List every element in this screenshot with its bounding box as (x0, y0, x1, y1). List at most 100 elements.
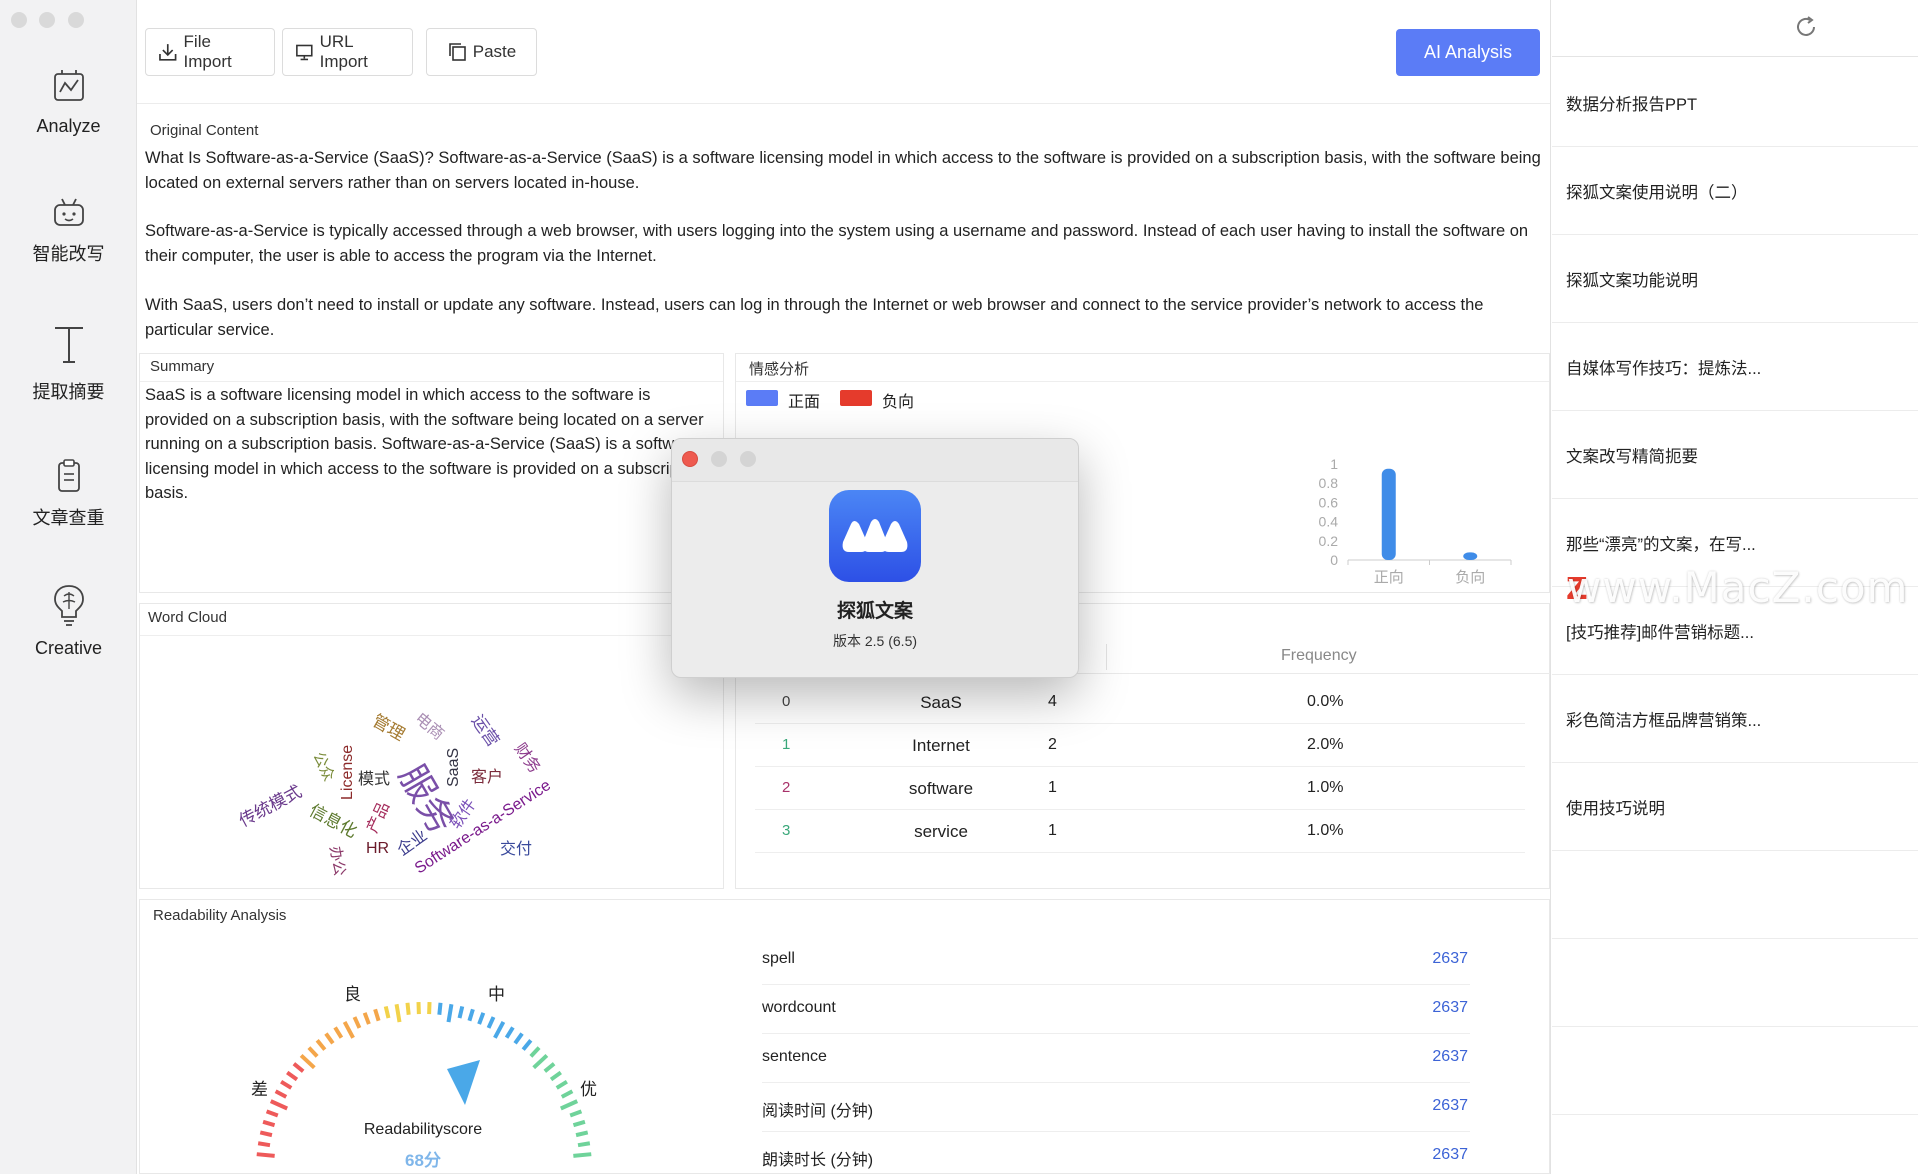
gauge-tick (342, 1020, 355, 1039)
app-window: Analyze 智能改写 提取摘要 文章查重 Creative File Imp… (0, 0, 1920, 1174)
gauge-tick (477, 1012, 486, 1025)
paste-label: Paste (472, 42, 517, 61)
gauge-tick (259, 1130, 273, 1138)
refresh-icon[interactable] (1793, 14, 1819, 40)
text-icon (54, 327, 83, 363)
sidebar-item-duplicate-check[interactable]: 文章查重 (0, 458, 137, 530)
row-index: 1 (782, 736, 791, 753)
table-row[interactable]: 1 Internet 2 2.0% (755, 724, 1525, 767)
row-word: Internet (912, 736, 970, 755)
gauge-tick (315, 1039, 327, 1051)
y-tick-label: 1 (1330, 456, 1338, 472)
history-item[interactable]: 数据分析报告PPT (1552, 59, 1918, 147)
file-import-button[interactable]: File Import (145, 28, 275, 76)
table-row[interactable]: 2 software 1 1.0% (755, 767, 1525, 810)
gauge-tick (269, 1099, 289, 1111)
history-item[interactable]: 彩色简洁方框品牌营销策... (1552, 675, 1918, 763)
ai-analysis-button[interactable]: AI Analysis (1396, 29, 1540, 76)
gauge-label-poor: 差 (251, 1080, 268, 1099)
gauge-tick (262, 1119, 276, 1128)
gauge-tick (513, 1032, 524, 1045)
sidebar-item-analyze[interactable]: Analyze (0, 66, 137, 137)
dialog-zoom-button[interactable] (740, 451, 756, 467)
history-item[interactable]: 探狐文案功能说明 (1552, 235, 1918, 323)
row-percent: 1.0% (1307, 822, 1344, 839)
gauge-label-medium: 中 (488, 985, 505, 1004)
gauge-tick (486, 1016, 496, 1029)
url-import-button[interactable]: URL Import (282, 28, 413, 76)
gauge-tick (274, 1089, 288, 1099)
dialog-minimize-button[interactable] (711, 451, 727, 467)
gauge-tick (569, 1109, 583, 1118)
row-count: 2 (1048, 736, 1057, 753)
analyze-icon (53, 70, 84, 101)
dialog-close-button[interactable] (682, 451, 698, 467)
word-cloud-word: 交付 (500, 840, 532, 858)
gauge-tick (560, 1089, 574, 1099)
original-content-panel: Original Content What Is Software-as-a-S… (139, 117, 1549, 341)
word-cloud-word: 模式 (358, 770, 390, 788)
gauge-tick (324, 1032, 335, 1045)
word-cloud-word: 办公 (326, 845, 348, 878)
gauge-tick (572, 1119, 586, 1128)
sentiment-bar[interactable] (1463, 552, 1478, 560)
row-percent: 0.0% (1307, 693, 1344, 710)
window-minimize-button[interactable] (39, 12, 55, 28)
watermark-text: www.MacZ.com (1567, 563, 1909, 612)
y-tick-label: 0.6 (1319, 494, 1339, 510)
original-paragraph-3: With SaaS, users don’t need to install o… (145, 296, 1484, 339)
history-item[interactable]: 自媒体写作技巧：提炼法... (1552, 323, 1918, 411)
readability-key: wordcount (762, 999, 836, 1016)
history-item[interactable]: 使用技巧说明 (1552, 763, 1918, 851)
app-logo-icon (829, 490, 921, 582)
summary-text: SaaS is a software licensing model in wh… (145, 386, 706, 502)
gauge-tick (521, 1039, 533, 1051)
file-import-label: File Import (183, 32, 232, 71)
window-zoom-button[interactable] (68, 12, 84, 28)
summary-title: Summary (150, 358, 215, 375)
history-empty-row (1552, 939, 1918, 1027)
readability-row: 阅读时间 (分钟) 2637 (762, 1083, 1470, 1132)
sidebar-item-summary[interactable]: 提取摘要 (0, 322, 137, 404)
gauge-tick (265, 1109, 279, 1118)
row-index: 3 (782, 822, 791, 839)
gauge-tick (577, 1141, 591, 1148)
history-item[interactable]: 文案改写精简扼要 (1552, 411, 1918, 499)
sidebar-item-creative[interactable]: Creative (0, 582, 137, 659)
word-cloud-word: 客户 (471, 768, 503, 786)
original-content-title: Original Content (150, 122, 259, 139)
toolbar: File Import URL Import Paste AI Analysis (137, 0, 1550, 104)
readability-value: 2637 (1432, 1048, 1468, 1065)
gauge-tick (532, 1053, 549, 1070)
table-row[interactable]: 3 service 1 1.0% (755, 810, 1525, 853)
gauge-tick (573, 1152, 592, 1158)
gauge-tick (559, 1099, 579, 1111)
row-percent: 1.0% (1307, 779, 1344, 796)
download-icon (159, 44, 177, 61)
gauge-tick (437, 1002, 443, 1015)
word-cloud-word: 信息化 (306, 801, 360, 842)
y-tick-label: 0.8 (1319, 475, 1339, 491)
row-word: SaaS (920, 693, 962, 712)
gauge-tick (555, 1079, 568, 1090)
gauge-tick (575, 1130, 589, 1138)
dialog-app-name: 探狐文案 (836, 601, 913, 622)
word-cloud-word: License (339, 745, 356, 800)
dialog-titlebar (672, 439, 1078, 482)
sentiment-bar[interactable] (1381, 468, 1396, 560)
sidebar-item-rewrite[interactable]: 智能改写 (0, 196, 137, 266)
history-item[interactable]: 探狐文案使用说明（二） (1552, 147, 1918, 235)
gauge-tick (373, 1008, 381, 1022)
sidebar-item-label: Analyze (36, 116, 101, 136)
paste-button[interactable]: Paste (426, 28, 537, 76)
dialog-version: 版本 2.5 (6.5) (832, 633, 918, 649)
readability-row: wordcount 2637 (762, 985, 1470, 1034)
row-count: 1 (1048, 822, 1057, 839)
word-cloud: 传统模式 信息化 办公 管理 模式 服务 电商 License SaaS 运营 … (236, 709, 554, 878)
gauge-tick (457, 1005, 465, 1019)
table-row[interactable]: 0 SaaS 4 0.0% (755, 681, 1525, 724)
window-close-button[interactable] (11, 12, 27, 28)
sidebar-item-label: 提取摘要 (32, 382, 105, 402)
gauge-tick (504, 1026, 515, 1039)
gauge-tick (549, 1070, 562, 1082)
